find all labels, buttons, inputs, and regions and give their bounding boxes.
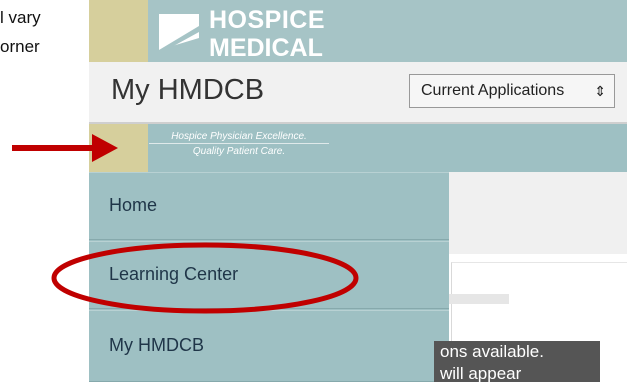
sidebar-item-my-hmdcb[interactable]: My HMDCB	[89, 310, 449, 382]
logo-text-line-2: MEDICAL	[209, 34, 323, 62]
page-header: My HMDCB Current Applications ⇕	[89, 62, 627, 124]
hospice-logo-icon	[159, 14, 199, 54]
doc-text-line-1: l vary	[0, 8, 41, 27]
tooltip-line-2: will appear	[440, 364, 522, 382]
sidebar-item-label: My HMDCB	[109, 335, 204, 355]
sidebar-item-learning-center[interactable]: Learning Center	[89, 241, 449, 309]
tagline-line-2: Quality Patient Care.	[192, 146, 286, 157]
sidebar-nav: Home Learning Center My HMDCB	[89, 172, 449, 382]
tagline-line-1: Hospice Physician Excellence.	[171, 131, 307, 142]
gold-accent-top	[89, 0, 148, 62]
logo-text-line-1: HOSPICE	[209, 6, 326, 34]
dropdown-value: Current Applications	[421, 82, 565, 99]
tooltip-message: ons available. will appear	[434, 341, 600, 382]
sidebar-item-label: Home	[109, 195, 158, 215]
sidebar-item-home[interactable]: Home	[89, 172, 449, 240]
applications-dropdown[interactable]: Current Applications ⇕	[409, 74, 615, 108]
content-header-strip	[449, 172, 627, 254]
tagline-divider	[149, 143, 329, 144]
chevron-up-down-icon: ⇕	[594, 83, 606, 99]
sidebar-item-label: Learning Center	[109, 264, 239, 284]
page-title: My HMDCB	[111, 74, 265, 106]
gold-accent-bottom	[89, 124, 148, 172]
doc-text-line-2: orner	[0, 37, 40, 56]
embedded-screenshot: HOSPICE MEDICAL My HMDCB Current Applica…	[89, 0, 627, 382]
content-placeholder-line	[449, 294, 509, 304]
tooltip-line-1: ons available.	[440, 342, 544, 361]
